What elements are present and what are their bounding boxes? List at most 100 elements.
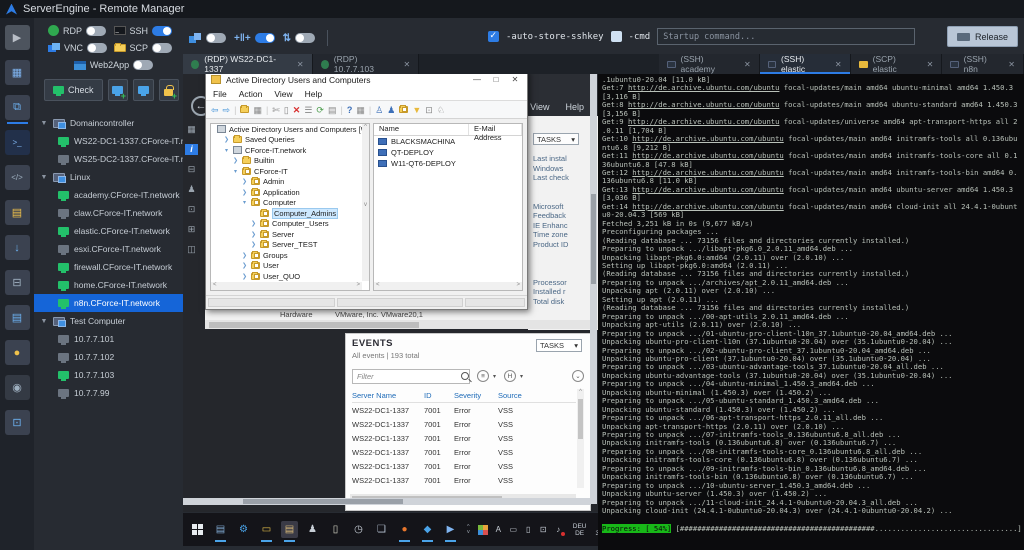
vmware-tray-icon[interactable] bbox=[478, 524, 489, 535]
certificates-icon[interactable]: ▯ bbox=[327, 521, 344, 538]
events-row[interactable]: WS22-DC1-13377001ErrorVSS bbox=[352, 431, 576, 445]
startup-command-input[interactable] bbox=[657, 28, 915, 45]
log-icon[interactable]: ▤ bbox=[5, 305, 30, 330]
sm-menu-view[interactable]: View bbox=[530, 102, 549, 112]
maximize-button[interactable]: □ bbox=[489, 75, 503, 84]
host-group-linux[interactable]: ▼Linux bbox=[34, 168, 183, 186]
web2app-toggle[interactable] bbox=[133, 60, 153, 70]
collapse-button[interactable]: ⌄ bbox=[572, 370, 584, 382]
task-scheduler-icon[interactable]: ◷ bbox=[350, 521, 367, 538]
ad-sites-icon[interactable]: ♟ bbox=[304, 521, 321, 538]
ad-tree-node[interactable]: ❯Application bbox=[211, 187, 369, 198]
auto-store-sshkey-checkbox[interactable] bbox=[488, 31, 499, 42]
new-user-icon[interactable]: ♙ bbox=[375, 105, 383, 115]
host-item[interactable]: academy.CForce-IT.network bbox=[34, 186, 183, 204]
new-ou-icon[interactable] bbox=[399, 106, 408, 113]
display-tray-icon[interactable]: ⊡ bbox=[538, 524, 549, 535]
server-manager-hscrollbar[interactable] bbox=[205, 320, 598, 329]
monitor-icon[interactable]: ⊡ bbox=[5, 410, 30, 435]
sm-nav-item[interactable]: i bbox=[185, 144, 198, 155]
scp-toggle[interactable] bbox=[152, 43, 172, 53]
events-row[interactable]: WS22-DC1-13377001ErrorVSS bbox=[352, 417, 576, 431]
ad-menu-file[interactable]: File bbox=[213, 89, 227, 99]
delegate-icon[interactable]: ♘ bbox=[437, 105, 445, 115]
new-group-icon[interactable]: ♟ bbox=[387, 105, 395, 115]
ssh-terminal[interactable]: .1ubuntu0-20.04 [11.0 kB]Get:7 http://de… bbox=[598, 74, 1024, 550]
events-tasks-dropdown[interactable]: TASKS ▾ bbox=[536, 339, 582, 352]
sm-nav-item[interactable]: ⊡ bbox=[185, 204, 198, 215]
ad-menu-help[interactable]: Help bbox=[305, 89, 322, 99]
ad-tree-node[interactable]: ❯User bbox=[211, 261, 369, 272]
network-tray-icon[interactable]: ▭ bbox=[508, 524, 519, 535]
rdp-tab[interactable]: (RDP) WS22-DC1-1337✕ bbox=[183, 54, 313, 74]
ad-computer-item[interactable]: W11-QT6-DEPLOY bbox=[374, 158, 522, 169]
properties-tasks-dropdown[interactable]: TASKS ▾ bbox=[533, 133, 579, 145]
file-explorer-icon[interactable]: ▭ bbox=[258, 521, 275, 538]
server-manager-icon[interactable]: ▤ bbox=[212, 521, 229, 538]
host-item[interactable]: WS22-DC1-1337.CForce-IT.network bbox=[34, 132, 183, 150]
host-item[interactable]: home.CForce-IT.network bbox=[34, 276, 183, 294]
host-group-test-computer[interactable]: ▼Test Computer bbox=[34, 312, 183, 330]
back-icon[interactable]: ⇦ bbox=[211, 105, 219, 115]
grouping-button[interactable]: H bbox=[504, 370, 516, 382]
sm-nav-item[interactable]: ⊞ bbox=[185, 224, 198, 235]
ad-tree-node[interactable]: ❯User_QUO bbox=[211, 271, 369, 282]
ad-tree-node[interactable]: ❯Saved Queries bbox=[211, 135, 369, 146]
usb-tray-icon[interactable]: ▯ bbox=[523, 524, 534, 535]
help-icon[interactable]: ? bbox=[347, 105, 353, 115]
terminal-icon[interactable]: >_ bbox=[5, 130, 30, 155]
settings-icon[interactable]: ⚙ bbox=[235, 521, 252, 538]
rdp-toggle[interactable] bbox=[86, 26, 106, 36]
export-icon[interactable]: ▤ bbox=[328, 105, 337, 115]
events-row[interactable]: WS22-DC1-13377001ErrorVSS bbox=[352, 445, 576, 459]
events-filter-input[interactable] bbox=[352, 369, 470, 384]
schedule-icon[interactable]: ▦ bbox=[5, 60, 30, 85]
host-item[interactable]: firewall.CForce-IT.network bbox=[34, 258, 183, 276]
events-vscrollbar[interactable]: ^ bbox=[577, 389, 584, 488]
ad-tree-node[interactable]: ❯Builtin bbox=[211, 156, 369, 167]
open-folder-icon[interactable] bbox=[240, 106, 249, 113]
settings-icon[interactable]: ◉ bbox=[5, 375, 30, 400]
ssh-tab[interactable]: (SSH) elastic✕ bbox=[760, 54, 851, 74]
events-column-header[interactable]: ID bbox=[424, 391, 454, 400]
split-view-toggle[interactable]: +‖+ bbox=[234, 33, 275, 44]
ad-tree-vscrollbar[interactable]: ^v bbox=[362, 124, 369, 281]
delete-icon[interactable]: ✕ bbox=[293, 105, 301, 115]
rdp-horizontal-scrollbar[interactable] bbox=[183, 498, 591, 505]
rdp-vertical-scrollbar[interactable] bbox=[590, 74, 597, 504]
ad-tree-node[interactable]: ▾CForce-IT.network bbox=[211, 145, 369, 156]
cut-icon[interactable]: ✄ bbox=[272, 105, 280, 115]
run-icon[interactable]: ▶ bbox=[5, 25, 30, 50]
events-column-header[interactable]: Server Name bbox=[352, 391, 424, 400]
ad-tree-node[interactable]: ❯Groups bbox=[211, 250, 369, 261]
ad-menu-view[interactable]: View bbox=[274, 89, 292, 99]
refresh-icon[interactable]: ⟳ bbox=[316, 105, 324, 115]
host-item[interactable]: n8n.CForce-IT.network bbox=[34, 294, 183, 312]
cmd-checkbox[interactable] bbox=[611, 31, 622, 42]
ad-menu-action[interactable]: Action bbox=[239, 89, 263, 99]
cascade-toggle[interactable] bbox=[189, 33, 226, 44]
sm-nav-item[interactable]: ◫ bbox=[185, 244, 198, 255]
host-item[interactable]: 10.7.7.99 bbox=[34, 384, 183, 402]
host-item[interactable]: 10.7.7.102 bbox=[34, 348, 183, 366]
sm-nav-item[interactable]: ⊟ bbox=[185, 164, 198, 175]
events-row[interactable]: WS22-DC1-13377001ErrorVSS bbox=[352, 459, 576, 473]
ad-window-titlebar[interactable]: Active Directory Users and Computers — □… bbox=[206, 74, 527, 88]
paste-icon[interactable]: ▯ bbox=[284, 105, 289, 115]
events-row[interactable]: WS22-DC1-13377001ErrorVSS bbox=[352, 403, 576, 417]
column-name[interactable]: Name bbox=[374, 124, 469, 135]
ssh-tab[interactable]: (SSH) academy✕ bbox=[659, 54, 760, 74]
servers-icon[interactable]: ⊟ bbox=[5, 270, 30, 295]
host-item[interactable]: elastic.CForce-IT.network bbox=[34, 222, 183, 240]
download-icon[interactable]: ↓ bbox=[5, 235, 30, 260]
ad-tree-node[interactable]: Computer_Admins bbox=[211, 208, 369, 219]
computer-icon[interactable]: ⊡ bbox=[425, 105, 433, 115]
tray-expand-chevrons[interactable]: ^v bbox=[467, 525, 470, 535]
code-icon[interactable]: </> bbox=[5, 165, 30, 190]
sm-nav-item[interactable]: ▦ bbox=[185, 124, 198, 135]
powershell-icon[interactable]: ▶ bbox=[442, 521, 459, 538]
messages-icon[interactable]: ❏ bbox=[373, 521, 390, 538]
host-item[interactable]: WS25-DC2-1337.CForce-IT.network bbox=[34, 150, 183, 168]
ad-tree-node[interactable]: ❯Server bbox=[211, 229, 369, 240]
properties-icon[interactable]: ▦ bbox=[253, 105, 262, 115]
